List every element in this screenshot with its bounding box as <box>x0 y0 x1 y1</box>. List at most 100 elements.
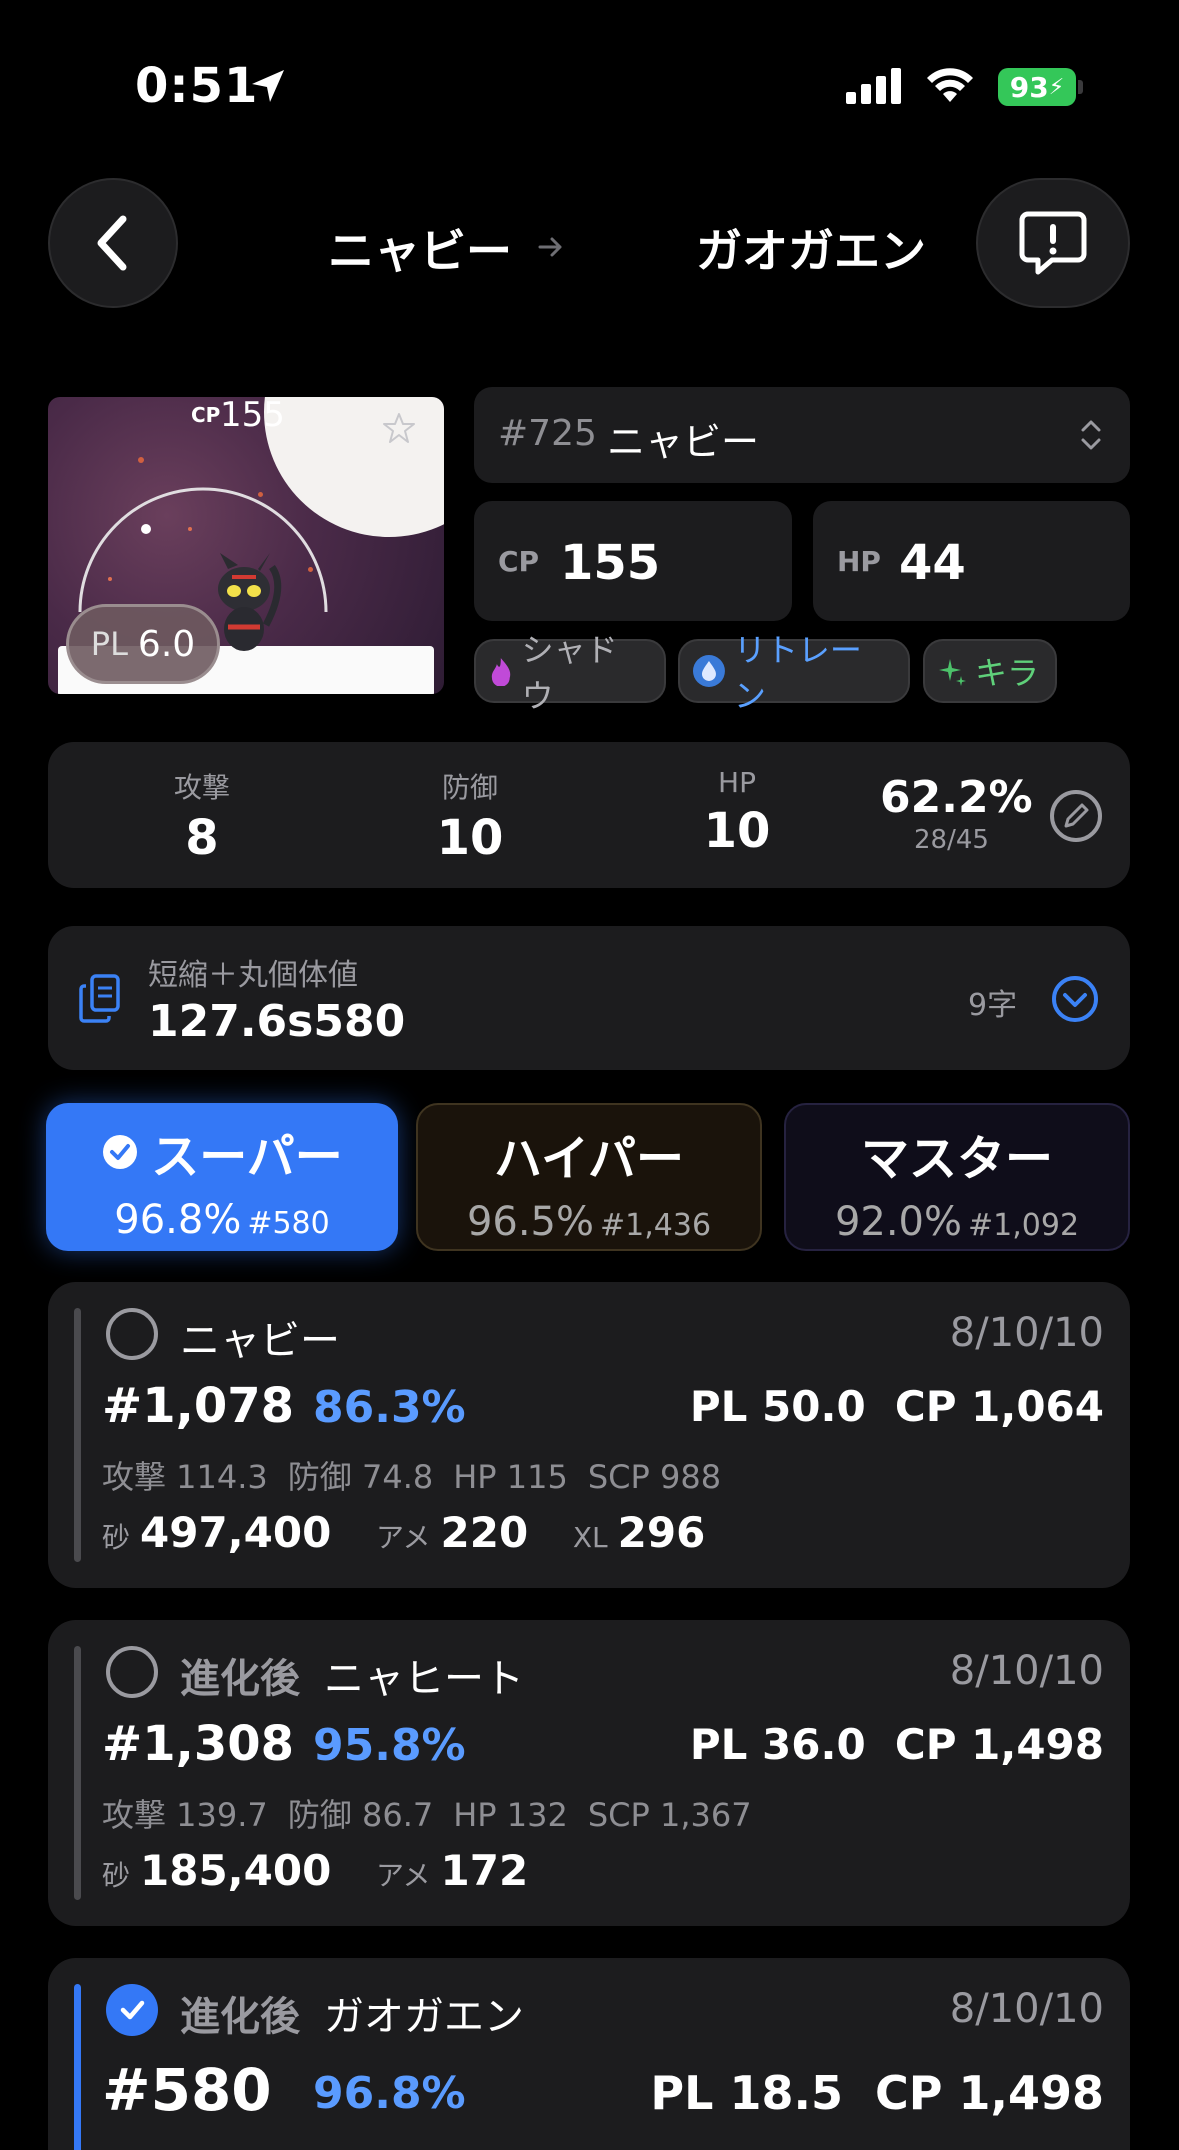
header-to-pokemon: ガオガエン <box>696 224 926 278</box>
ranking-pl-cp: PL 36.0 CP 1,498 <box>690 1720 1104 1769</box>
tab-super-rank: #580 <box>247 1206 330 1241</box>
iv-hp: HP 10 <box>657 766 817 859</box>
chevron-left-icon <box>97 215 127 271</box>
tab-master-league[interactable]: マスター 92.0% #1,092 <box>784 1103 1130 1251</box>
candy-value: 172 <box>440 1846 529 1895</box>
tab-hyper-rank: #1,436 <box>600 1208 712 1243</box>
card-accent-bar <box>74 1646 81 1900</box>
ranking-ivs: 8/10/10 <box>949 1310 1104 1356</box>
short-code-char-count: 9字 <box>968 988 1018 1023</box>
battery-level: 93 <box>1009 70 1049 104</box>
stardust-label: 砂 <box>102 1521 131 1554</box>
sparkle-icon <box>939 659 966 686</box>
cp-input[interactable]: CP 155 <box>474 501 792 621</box>
stardust-value: 497,400 <box>140 1508 332 1557</box>
ranking-costs: 砂 185,400 アメ 172 <box>102 1846 528 1895</box>
ranking-stats: 攻撃 139.7 防御 86.7 HP 132 SCP 1,367 <box>102 1790 772 1836</box>
cellular-signal-icon <box>846 68 901 104</box>
hp-field-label: HP <box>837 545 881 578</box>
arrow-right-icon <box>538 237 562 257</box>
short-code-value: 127.6s580 <box>148 996 406 1047</box>
ranking-scp: SCP 1,367 <box>587 1796 752 1834</box>
ranking-title: 進化後 ガオガエン <box>180 1984 524 2042</box>
xl-candy-value: 296 <box>617 1508 706 1557</box>
ranking-card[interactable]: 進化後 ニャヒート 8/10/10 #1,308 95.8% PL 36.0 CP… <box>48 1620 1130 1926</box>
shiny-label: キラ <box>975 654 1040 692</box>
dex-number: #725 <box>498 413 597 454</box>
card-accent-bar <box>74 1984 81 2150</box>
ranking-hp: HP 115 <box>453 1458 568 1496</box>
iv-hp-value: 10 <box>703 803 771 859</box>
ranking-ivs: 8/10/10 <box>949 1648 1104 1694</box>
pl-label: PL <box>90 625 128 663</box>
iv-summary-card[interactable]: 攻撃 8 防御 10 HP 10 62.2% 28/45 <box>48 742 1130 888</box>
short-code-card[interactable]: 短縮＋丸個体値 127.6s580 9字 <box>48 926 1130 1070</box>
species-name: ニャビー <box>607 420 760 464</box>
tab-super-pct: 96.8% <box>114 1197 242 1243</box>
select-radio-checked[interactable] <box>106 1984 158 2036</box>
tab-hyper-league[interactable]: ハイパー 96.5% #1,436 <box>416 1103 762 1251</box>
cp-field-value: 155 <box>560 535 661 591</box>
chevron-down-circle-icon[interactable] <box>1050 974 1100 1024</box>
species-selector[interactable]: #725 ニャビー <box>474 387 1130 483</box>
iv-attack-value: 8 <box>185 810 219 866</box>
favorite-star-icon[interactable] <box>382 411 416 445</box>
ranking-costs: 砂 497,400 アメ 220 XL 296 <box>102 1508 705 1557</box>
back-button[interactable] <box>48 178 178 308</box>
ranking-stats: 攻撃 114.3 防御 74.8 HP 115 SCP 988 <box>102 1452 741 1498</box>
ranking-rank: #1,308 <box>102 1716 295 1772</box>
card-accent-bar <box>74 1308 81 1562</box>
xl-candy-label: XL <box>572 1521 608 1554</box>
shadow-label: シャドウ <box>521 631 618 715</box>
ranking-hp: HP 132 <box>453 1796 568 1834</box>
iv-attack-label: 攻撃 <box>173 771 230 804</box>
checkmark-circle-icon <box>103 1135 138 1169</box>
ranking-atk: 攻撃 114.3 <box>102 1458 268 1496</box>
location-arrow-icon <box>252 70 284 102</box>
ranking-percent: 86.3% <box>313 1382 466 1433</box>
ranking-def: 防御 74.8 <box>287 1458 434 1496</box>
shadow-toggle[interactable]: シャドウ <box>474 631 666 715</box>
battery-indicator: 93 ⚡ <box>998 68 1076 106</box>
ranking-card-selected[interactable]: 進化後 ガオガエン 8/10/10 #580 96.8% PL 18.5 CP 1… <box>48 1958 1130 2150</box>
ranking-title: ニャビー <box>180 1308 340 1366</box>
candy-value: 220 <box>440 1508 529 1557</box>
ranking-cp: CP 1,498 <box>875 2066 1104 2120</box>
ranking-rank: #580 <box>102 2056 272 2124</box>
iv-defense-label: 防御 <box>441 771 498 804</box>
shiny-toggle[interactable]: キラ <box>923 639 1057 703</box>
purified-toggle[interactable]: リトレーン <box>678 631 910 715</box>
header-from-pokemon: ニャビー <box>328 224 512 278</box>
ranking-rank: #1,078 <box>102 1378 295 1434</box>
report-button[interactable] <box>976 178 1130 308</box>
ranking-pl-cp: PL 50.0 CP 1,064 <box>690 1382 1104 1431</box>
ranking-pl: PL 18.5 <box>650 2066 843 2120</box>
select-radio[interactable] <box>106 1308 158 1360</box>
edit-pencil-icon[interactable] <box>1048 788 1104 844</box>
image-cp-value: 155 <box>220 397 285 435</box>
iv-defense: 防御 10 <box>390 766 550 866</box>
ranking-cp: CP 1,064 <box>894 1382 1104 1431</box>
battery-nub <box>1078 80 1083 94</box>
ranking-card[interactable]: ニャビー 8/10/10 #1,078 86.3% PL 50.0 CP 1,0… <box>48 1282 1130 1588</box>
select-radio[interactable] <box>106 1646 158 1698</box>
tab-super-league[interactable]: スーパー 96.8% #580 <box>46 1103 398 1251</box>
hp-input[interactable]: HP 44 <box>813 501 1130 621</box>
purified-drop-icon <box>692 655 725 687</box>
ranking-prefix: 進化後 <box>180 1656 300 1702</box>
ranking-name: ニャヒート <box>324 1656 524 1702</box>
ranking-pl: PL 50.0 <box>689 1382 866 1431</box>
chevron-up-down-icon <box>1081 420 1101 450</box>
iv-defense-value: 10 <box>436 810 504 866</box>
iv-attack: 攻撃 8 <box>122 766 282 866</box>
ranking-pl: PL 36.0 <box>689 1720 866 1769</box>
stardust-label: 砂 <box>102 1859 131 1892</box>
copy-icon[interactable] <box>78 974 122 1024</box>
ranking-percent: 95.8% <box>313 1720 466 1771</box>
tab-master-rank: #1,092 <box>968 1208 1080 1243</box>
shadow-flame-icon <box>491 658 511 686</box>
tab-master-label: マスター <box>860 1131 1053 1187</box>
ranking-def: 防御 86.7 <box>287 1796 434 1834</box>
candy-label: アメ <box>375 1521 431 1554</box>
ranking-name: ガオガエン <box>324 1994 524 2040</box>
